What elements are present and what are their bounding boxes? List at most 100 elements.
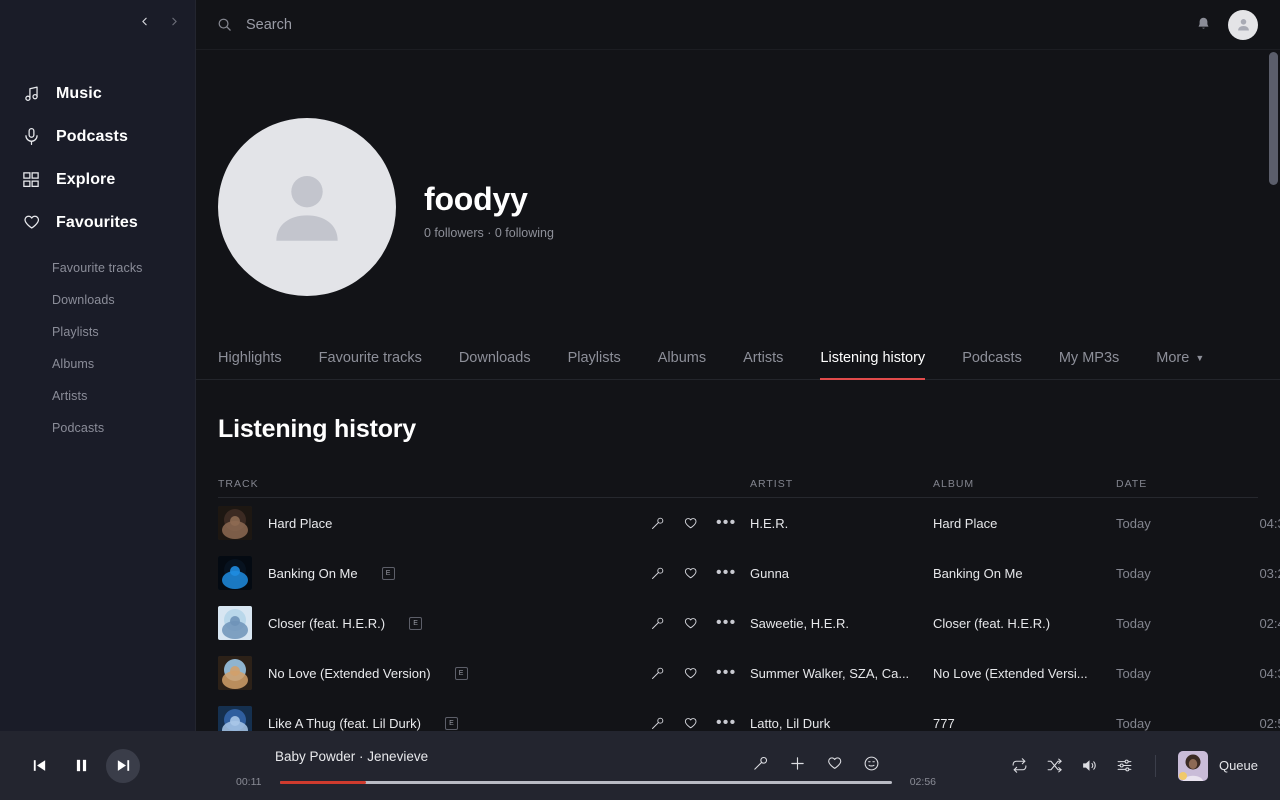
more-dots-icon[interactable]: •••	[716, 615, 736, 631]
track-artist[interactable]: Gunna	[750, 566, 933, 581]
track-title: No Love (Extended Version)	[268, 666, 431, 681]
tab-artists[interactable]: Artists	[743, 350, 783, 379]
track-artist[interactable]: Summer Walker, SZA, Ca...	[750, 666, 933, 681]
sidebar-subitem-playlists[interactable]: Playlists	[0, 316, 195, 348]
track-artist[interactable]: H.E.R.	[750, 516, 933, 531]
smiley-icon[interactable]	[863, 755, 880, 772]
table-row[interactable]: Closer (feat. H.E.R.)E•••Saweetie, H.E.R…	[218, 598, 1258, 648]
equalizer-icon[interactable]	[1116, 757, 1133, 774]
lyrics-microphone-icon[interactable]	[650, 716, 665, 731]
favourite-heart-icon[interactable]	[826, 755, 843, 772]
add-to-playlist-plus-icon[interactable]	[789, 755, 806, 772]
transport-controls	[22, 749, 140, 783]
now-playing-title[interactable]: Baby Powder · Jenevieve	[275, 749, 428, 764]
lyrics-microphone-icon[interactable]	[650, 666, 665, 681]
next-track-button[interactable]	[106, 749, 140, 783]
favourite-heart-icon[interactable]	[683, 616, 698, 631]
tab-more[interactable]: More ▼	[1156, 350, 1204, 379]
track-artist[interactable]: Saweetie, H.E.R.	[750, 616, 933, 631]
scrollbar-thumb[interactable]	[1269, 52, 1278, 185]
tab-podcasts[interactable]: Podcasts	[962, 350, 1022, 379]
column-header-artist[interactable]: ARTIST	[750, 478, 933, 490]
table-row[interactable]: Hard Place•••H.E.R.Hard PlaceToday04:31	[218, 498, 1258, 548]
shuffle-icon[interactable]	[1046, 757, 1063, 774]
chevron-down-icon: ▼	[1195, 354, 1204, 363]
main-scrollbar[interactable]	[1269, 52, 1278, 731]
tab-my-mp3s[interactable]: My MP3s	[1059, 350, 1119, 379]
repeat-icon[interactable]	[1011, 757, 1028, 774]
player-bar: Baby Powder · Jenevieve 00:11 02:56	[0, 731, 1280, 800]
sidebar-subitem-albums[interactable]: Albums	[0, 348, 195, 380]
sidebar-subitem-artists[interactable]: Artists	[0, 380, 195, 412]
tab-listening-history[interactable]: Listening history	[820, 350, 925, 379]
profile-avatar[interactable]	[218, 118, 396, 296]
progress-bar[interactable]	[280, 781, 892, 784]
table-row[interactable]: Like A Thug (feat. Lil Durk)E•••Latto, L…	[218, 698, 1258, 731]
track-album[interactable]: Hard Place	[933, 516, 1116, 531]
favourite-heart-icon[interactable]	[683, 666, 698, 681]
player-right-actions: Queue	[1011, 731, 1258, 800]
tab-favourite-tracks[interactable]: Favourite tracks	[319, 350, 422, 379]
volume-icon[interactable]	[1081, 757, 1098, 774]
music-note-icon	[20, 83, 42, 105]
tab-downloads[interactable]: Downloads	[459, 350, 531, 379]
more-dots-icon[interactable]: •••	[716, 665, 736, 681]
bell-icon[interactable]	[1195, 16, 1212, 33]
tab-playlists[interactable]: Playlists	[568, 350, 621, 379]
sidebar-item-explore[interactable]: Explore	[0, 158, 195, 201]
chevron-right-icon	[168, 15, 181, 28]
queue-artwork	[1178, 751, 1208, 781]
elapsed-time: 00:11	[236, 776, 270, 788]
column-header-track[interactable]: TRACK	[218, 478, 650, 490]
track-album[interactable]: 777	[933, 716, 1116, 731]
favourite-heart-icon[interactable]	[683, 516, 698, 531]
tab-highlights[interactable]: Highlights	[218, 350, 282, 379]
column-header-album[interactable]: ALBUM	[933, 478, 1116, 490]
sidebar-subitem-podcasts[interactable]: Podcasts	[0, 412, 195, 444]
play-pause-button[interactable]	[64, 749, 98, 783]
album-artwork	[218, 506, 252, 540]
tab-albums[interactable]: Albums	[658, 350, 706, 379]
favourite-heart-icon[interactable]	[683, 566, 698, 581]
sidebar: Music Podcasts Explore	[0, 0, 196, 731]
row-actions: •••	[650, 715, 750, 731]
track-title: Banking On Me	[268, 566, 358, 581]
more-dots-icon[interactable]: •••	[716, 515, 736, 531]
lyrics-microphone-icon[interactable]	[650, 616, 665, 631]
search-bar[interactable]: Search	[217, 17, 1195, 33]
previous-track-button[interactable]	[22, 749, 56, 783]
track-album[interactable]: Closer (feat. H.E.R.)	[933, 616, 1116, 631]
sidebar-subitem-favourite-tracks[interactable]: Favourite tracks	[0, 252, 195, 284]
track-date: Today	[1116, 516, 1226, 531]
lyrics-microphone-icon[interactable]	[650, 516, 665, 531]
back-arrow-button[interactable]	[131, 6, 157, 36]
profile-header: foodyy 0 followers · 0 following	[196, 50, 1280, 296]
more-dots-icon[interactable]: •••	[716, 565, 736, 581]
account-avatar[interactable]	[1228, 10, 1258, 40]
lyrics-microphone-icon[interactable]	[752, 755, 769, 772]
track-album[interactable]: No Love (Extended Versi...	[933, 666, 1116, 681]
sidebar-item-podcasts[interactable]: Podcasts	[0, 115, 195, 158]
sidebar-item-favourites[interactable]: Favourites	[0, 201, 195, 244]
column-header-date[interactable]: DATE	[1116, 478, 1226, 490]
search-input[interactable]: Search	[246, 17, 292, 33]
lyrics-microphone-icon[interactable]	[650, 566, 665, 581]
user-placeholder-icon	[261, 161, 353, 253]
table-row[interactable]: No Love (Extended Version)E•••Summer Wal…	[218, 648, 1258, 698]
forward-arrow-button[interactable]	[161, 6, 187, 36]
more-dots-icon[interactable]: •••	[716, 715, 736, 731]
track-date: Today	[1116, 716, 1226, 731]
album-artwork	[218, 656, 252, 690]
favourite-heart-icon[interactable]	[683, 716, 698, 731]
chevron-left-icon	[138, 15, 151, 28]
album-artwork	[218, 606, 252, 640]
track-date: Today	[1116, 566, 1226, 581]
explicit-badge: E	[445, 717, 458, 730]
table-row[interactable]: Banking On MeE•••GunnaBanking On MeToday…	[218, 548, 1258, 598]
sidebar-item-music[interactable]: Music	[0, 72, 195, 115]
track-artist[interactable]: Latto, Lil Durk	[750, 716, 933, 731]
queue-button[interactable]: Queue	[1178, 751, 1258, 781]
track-album[interactable]: Banking On Me	[933, 566, 1116, 581]
row-actions: •••	[650, 515, 750, 531]
sidebar-subitem-downloads[interactable]: Downloads	[0, 284, 195, 316]
